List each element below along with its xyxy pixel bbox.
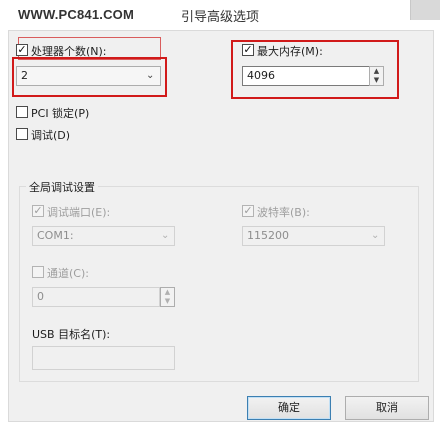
debug-port-select[interactable]: COM1: [32, 226, 175, 246]
debug-port-label: 调试端口(E): [47, 206, 111, 219]
baud-rate-label: 波特率(B): [257, 206, 310, 219]
global-debug-group-title: 全局调试设置 [26, 179, 98, 195]
spin-up-icon[interactable]: ▲ [161, 288, 174, 297]
channel-value: 0 [37, 290, 44, 303]
check-icon: ✓ [17, 43, 27, 56]
channel-checkbox[interactable] [32, 266, 44, 278]
check-icon: ✓ [33, 204, 43, 217]
channel-label: 通道(C): [47, 267, 89, 280]
debug-checkbox[interactable] [16, 128, 28, 140]
check-icon: ✓ [243, 204, 253, 217]
ok-button[interactable]: 确定 [247, 396, 331, 420]
window-title: 引导高级选项 [180, 10, 259, 25]
usb-target-label: USB 目标名(T): [32, 328, 111, 341]
annotation-box-processor-select [12, 57, 167, 97]
channel-input[interactable]: 0 [32, 287, 160, 307]
close-button[interactable] [410, 0, 440, 20]
annotation-box-max-memory [231, 40, 399, 99]
chevron-down-icon: ⌄ [161, 230, 170, 241]
cancel-button[interactable]: 取消 [345, 396, 429, 420]
baud-rate-select[interactable]: 115200 [242, 226, 385, 246]
pci-lock-label: PCI 锁定(P) [31, 107, 90, 120]
baud-rate-value: 115200 [247, 229, 289, 242]
debug-port-value: COM1: [37, 229, 74, 242]
chevron-down-icon: ⌄ [371, 230, 380, 241]
debug-label: 调试(D) [31, 129, 71, 142]
pci-lock-checkbox[interactable] [16, 106, 28, 118]
channel-spinner[interactable]: ▲ ▼ [160, 287, 175, 307]
processor-count-checkbox[interactable]: ✓ [16, 44, 28, 56]
debug-port-checkbox[interactable]: ✓ [32, 205, 44, 217]
usb-target-input[interactable] [32, 346, 175, 370]
spin-down-icon[interactable]: ▼ [161, 297, 174, 306]
baud-rate-checkbox[interactable]: ✓ [242, 205, 254, 217]
